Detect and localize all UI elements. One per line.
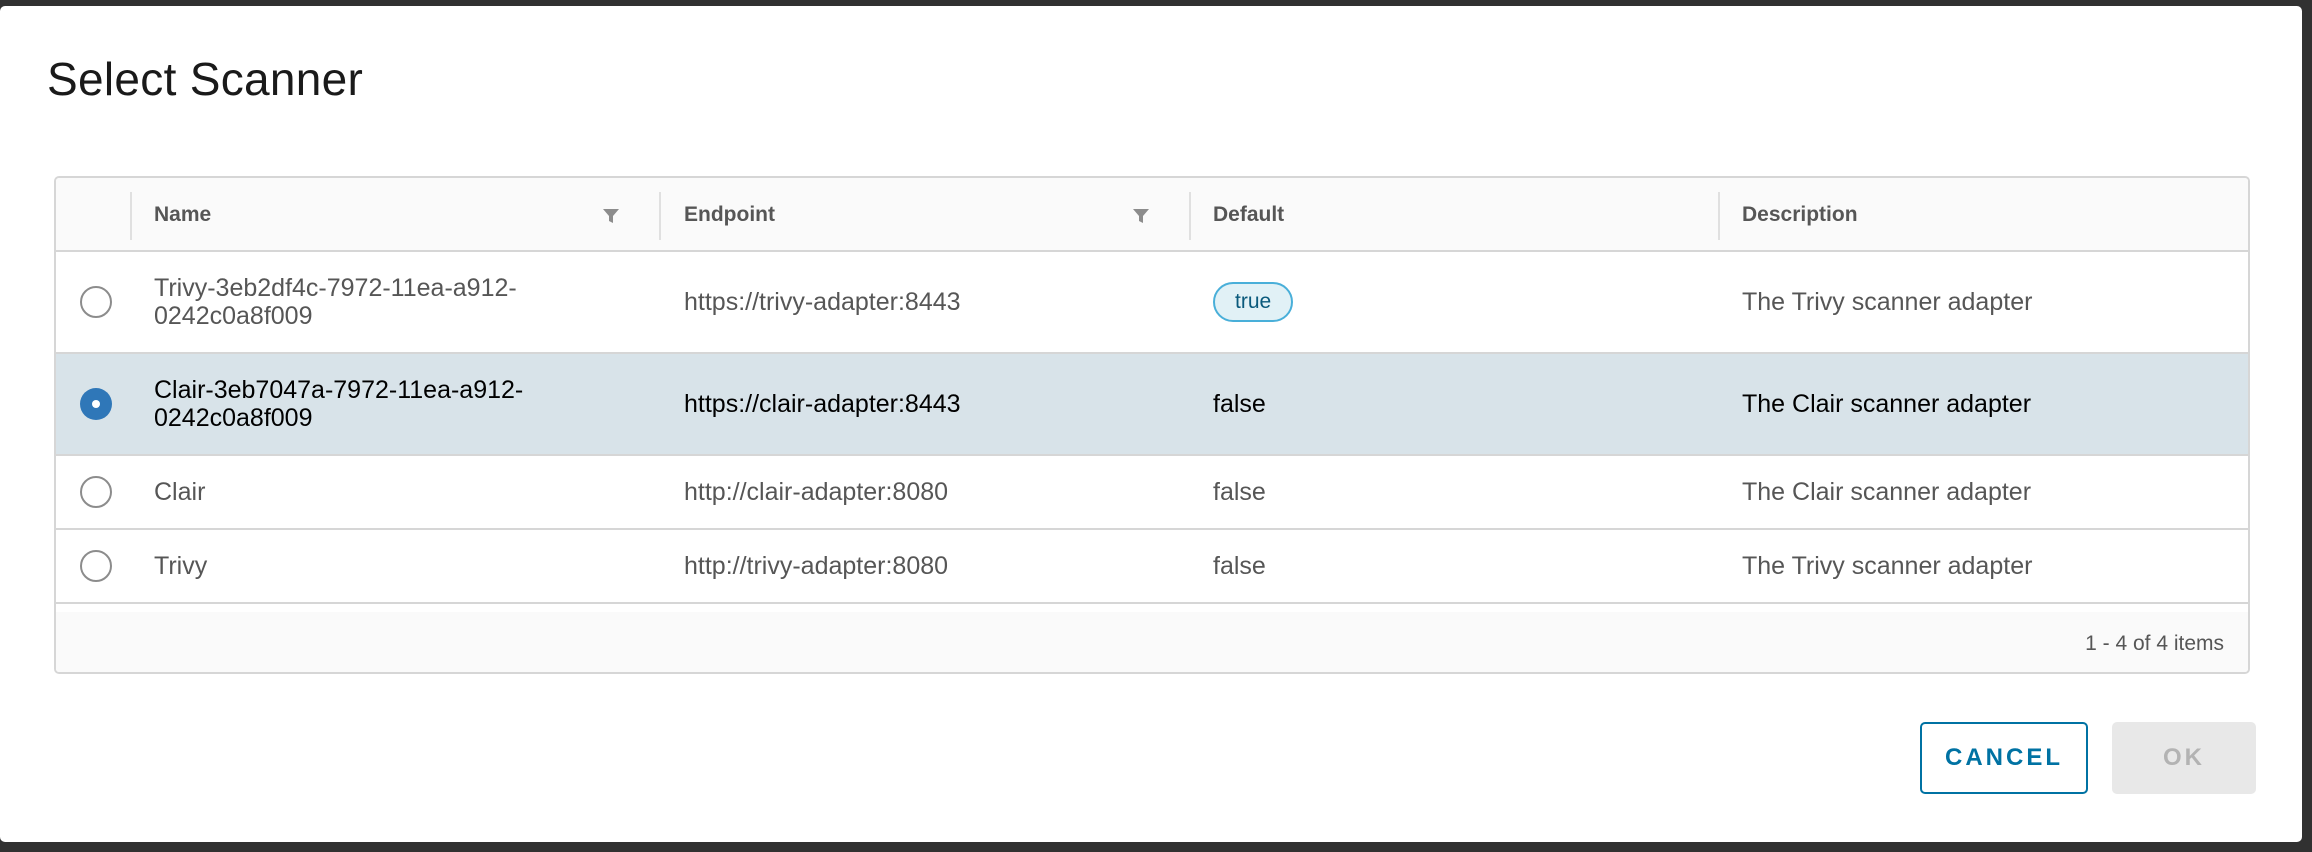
scanner-endpoint: http://clair-adapter:8080 <box>684 478 949 506</box>
datagrid-footer: 1 - 4 of 4 items <box>56 612 2248 672</box>
table-row[interactable]: Trivy-3eb2df4c-7972-11ea-a912- 0242c0a8f… <box>56 252 2248 354</box>
select-scanner-dialog: Select Scanner Name Endpoint Default Des… <box>0 6 2302 842</box>
default-badge: true <box>1213 282 1294 322</box>
column-separator[interactable] <box>1189 192 1191 240</box>
scanner-description: The Clair scanner adapter <box>1742 478 2032 506</box>
scanner-description: The Clair scanner adapter <box>1742 390 2032 418</box>
column-header-description[interactable]: Description <box>1742 178 1858 252</box>
table-row[interactable]: Clair-3eb7047a-7972-11ea-a912- 0242c0a8f… <box>56 354 2248 456</box>
scanner-default: false <box>1213 478 1266 506</box>
scanner-name: Clair-3eb7047a-7972-11ea-a912- 0242c0a8f… <box>154 376 524 432</box>
scanner-name: Trivy <box>154 552 208 580</box>
table-row[interactable]: Trivy http://trivy-adapter:8080 false Th… <box>56 530 2248 604</box>
scanner-description: The Trivy scanner adapter <box>1742 288 2033 316</box>
dialog-title: Select Scanner <box>47 53 364 105</box>
filter-icon[interactable] <box>602 208 620 224</box>
scanner-endpoint: https://clair-adapter:8443 <box>684 390 961 418</box>
column-header-default[interactable]: Default <box>1213 178 1284 252</box>
datagrid-header: Name Endpoint Default Description <box>56 178 2248 252</box>
row-radio-button[interactable] <box>80 550 112 582</box>
cancel-button[interactable]: CANCEL <box>1920 722 2088 794</box>
scanner-endpoint: http://trivy-adapter:8080 <box>684 552 949 580</box>
ok-button[interactable]: OK <box>2112 722 2256 794</box>
scanner-default: false <box>1213 390 1266 418</box>
column-separator[interactable] <box>659 192 661 240</box>
pagination-summary: 1 - 4 of 4 items <box>2085 632 2224 655</box>
row-radio-button[interactable] <box>80 388 112 420</box>
column-header-endpoint[interactable]: Endpoint <box>684 178 775 252</box>
column-header-name[interactable]: Name <box>154 178 211 252</box>
row-radio-button[interactable] <box>80 286 112 318</box>
scanner-description: The Trivy scanner adapter <box>1742 552 2033 580</box>
filter-icon[interactable] <box>1132 208 1150 224</box>
scanner-endpoint: https://trivy-adapter:8443 <box>684 288 961 316</box>
scanner-datagrid: Name Endpoint Default Description Trivy-… <box>54 176 2250 674</box>
scanner-name: Clair <box>154 478 206 506</box>
column-separator <box>130 192 132 240</box>
table-row[interactable]: Clair http://clair-adapter:8080 false Th… <box>56 456 2248 530</box>
column-separator[interactable] <box>1718 192 1720 240</box>
row-radio-button[interactable] <box>80 476 112 508</box>
scanner-default: false <box>1213 552 1266 580</box>
scanner-name: Trivy-3eb2df4c-7972-11ea-a912- 0242c0a8f… <box>154 274 517 330</box>
scanner-default: true <box>1213 252 1294 352</box>
